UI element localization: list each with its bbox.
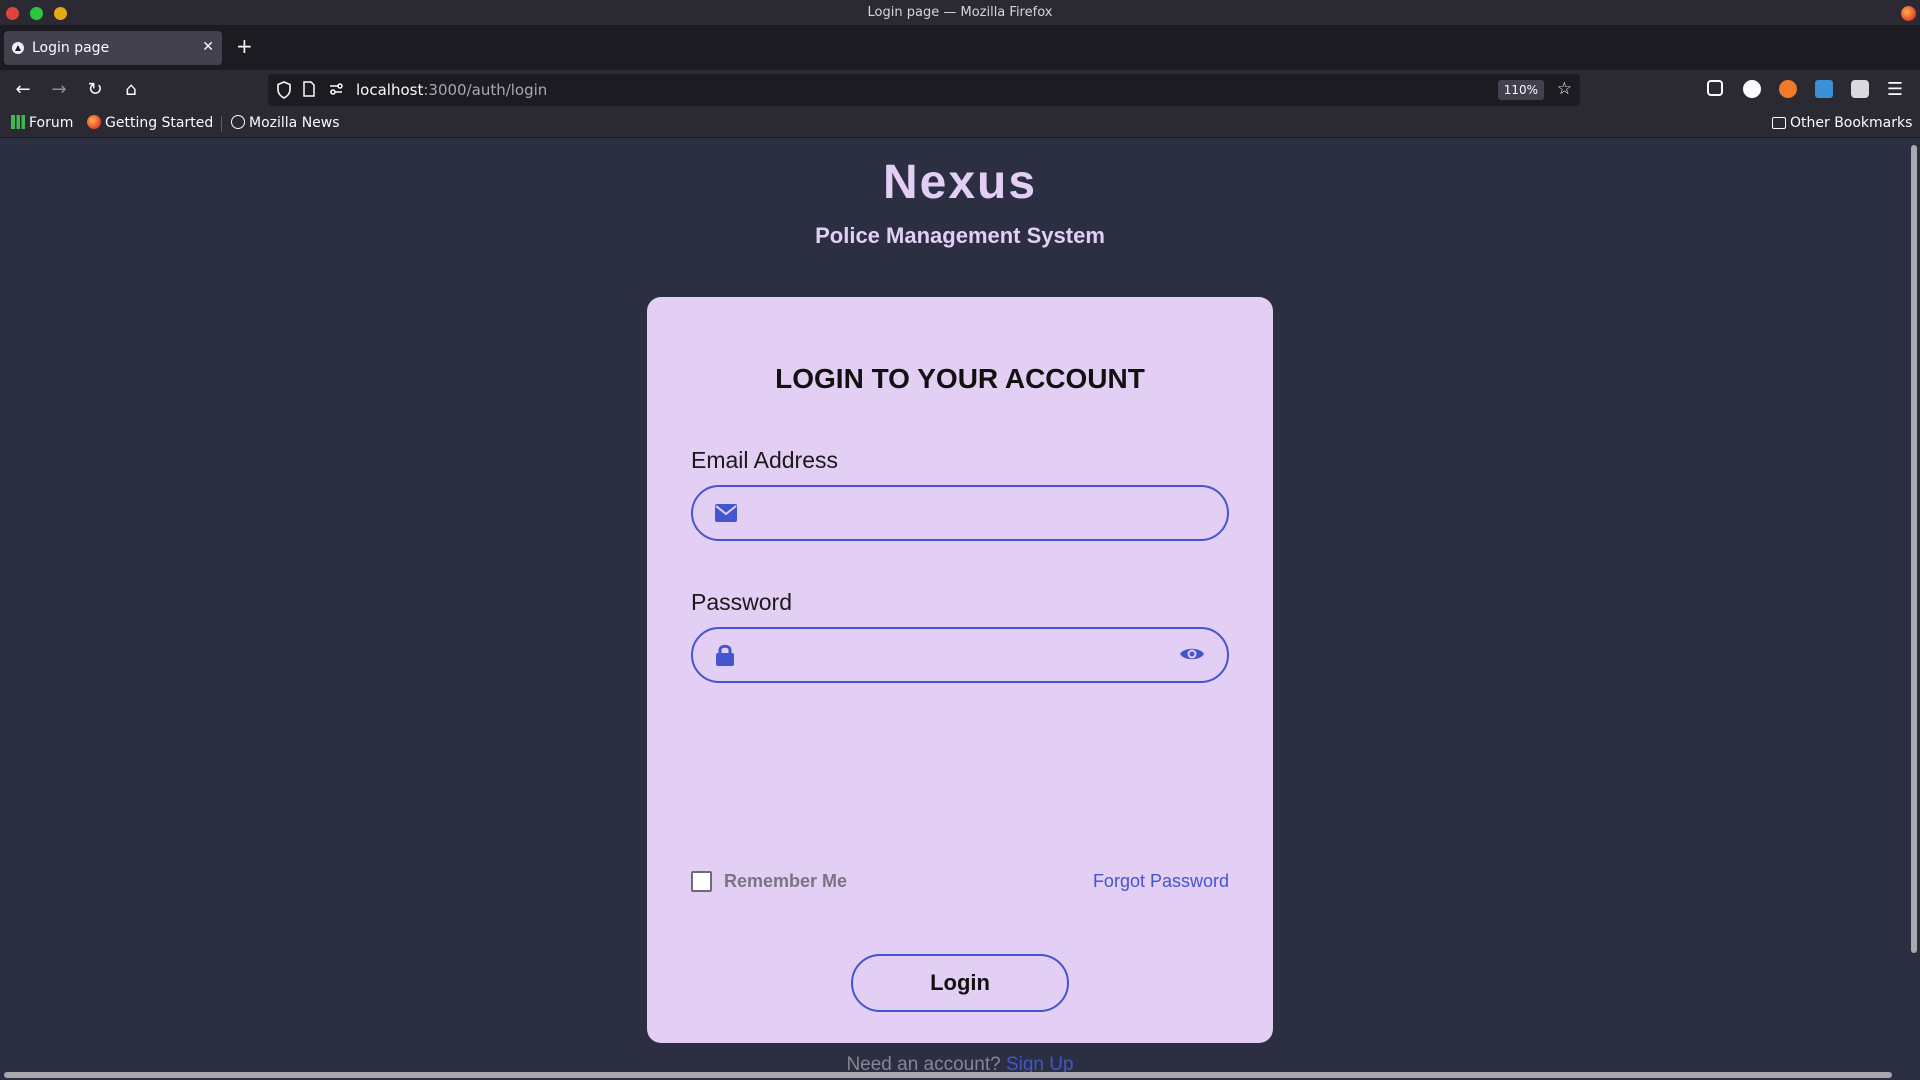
reload-icon[interactable]: ↻	[83, 78, 107, 102]
bookmark-getting-started[interactable]: Getting Started	[87, 115, 213, 131]
email-input[interactable]	[749, 487, 1169, 539]
window-titlebar: Login page — Mozilla Firefox	[0, 0, 1920, 26]
folder-icon	[1772, 117, 1786, 129]
forward-icon[interactable]: →	[47, 78, 71, 102]
mail-icon	[715, 504, 737, 526]
permissions-icon[interactable]	[328, 81, 344, 101]
tab-bar: Login page ✕ +	[0, 26, 1920, 70]
page-viewport: Nexus Police Management System LOGIN TO …	[0, 139, 1920, 1080]
remember-me-checkbox[interactable]	[691, 871, 712, 892]
password-input[interactable]	[749, 629, 1169, 681]
extension-grey-icon[interactable]	[1851, 80, 1869, 98]
forgot-password-link[interactable]: Forgot Password	[1093, 871, 1229, 892]
vertical-scrollbar[interactable]	[1911, 145, 1917, 953]
brand-subtitle: Police Management System	[815, 223, 1105, 248]
extension-blue-icon[interactable]	[1815, 80, 1833, 98]
bookmark-label: Forum	[29, 115, 74, 131]
back-icon[interactable]: ←	[11, 78, 35, 102]
window-title: Login page — Mozilla Firefox	[867, 5, 1053, 20]
firefox-bookmark-icon	[87, 115, 101, 129]
tab-favicon-icon	[12, 42, 24, 54]
bookmarks-toolbar: Forum Getting Started Mozilla News Other…	[0, 110, 1920, 138]
pocket-icon[interactable]	[1707, 80, 1723, 96]
globe-icon	[231, 115, 245, 129]
bookmark-forum[interactable]: Forum	[11, 115, 73, 131]
zoom-level-badge[interactable]: 110%	[1497, 80, 1544, 100]
password-label: Password	[691, 589, 792, 615]
email-label: Email Address	[691, 447, 839, 473]
other-bookmarks-label: Other Bookmarks	[1790, 115, 1913, 131]
close-tab-icon[interactable]: ✕	[202, 39, 214, 55]
bookmark-label: Mozilla News	[249, 115, 340, 131]
tab-login-page[interactable]: Login page ✕	[4, 31, 222, 65]
shield-icon[interactable]	[276, 81, 292, 103]
other-bookmarks[interactable]: Other Bookmarks	[1772, 115, 1912, 131]
login-card: LOGIN TO YOUR ACCOUNT Email Address Pass…	[647, 297, 1273, 1075]
bookmark-mozilla-news[interactable]: Mozilla News	[231, 115, 340, 131]
home-icon[interactable]: ⌂	[119, 78, 143, 102]
url-bar[interactable]: localhost:3000/auth/login 110% ☆	[268, 74, 1580, 106]
forum-icon	[11, 115, 25, 129]
firefox-icon	[1901, 6, 1916, 21]
navigation-toolbar: ← → ↻ ⌂ localhost:3000/auth/login 110% ☆…	[0, 70, 1920, 110]
password-field-wrapper[interactable]	[691, 627, 1229, 683]
url-host: localhost	[356, 81, 424, 99]
login-button[interactable]: Login	[851, 954, 1069, 1012]
extension-orange-icon[interactable]	[1779, 80, 1797, 98]
url-path: :3000/auth/login	[423, 81, 548, 99]
menu-icon[interactable]: ☰	[1883, 78, 1907, 102]
page-info-icon[interactable]	[302, 81, 316, 101]
star-icon[interactable]: ☆	[1557, 79, 1572, 99]
tab-title: Login page	[32, 40, 110, 56]
url-text[interactable]: localhost:3000/auth/login	[356, 81, 547, 99]
extension-h-icon[interactable]	[1743, 80, 1761, 98]
brand-title: Nexus	[882, 156, 1038, 209]
horizontal-scrollbar[interactable]	[4, 1072, 1892, 1078]
eye-icon[interactable]	[1179, 645, 1205, 667]
login-card-title: LOGIN TO YOUR ACCOUNT	[775, 363, 1145, 394]
email-field-wrapper[interactable]	[691, 485, 1229, 541]
bookmark-separator	[221, 116, 222, 132]
remember-me-label[interactable]: Remember Me	[724, 871, 847, 892]
lock-icon	[715, 643, 735, 671]
new-tab-button[interactable]: +	[236, 34, 253, 58]
bookmark-label: Getting Started	[105, 115, 214, 131]
